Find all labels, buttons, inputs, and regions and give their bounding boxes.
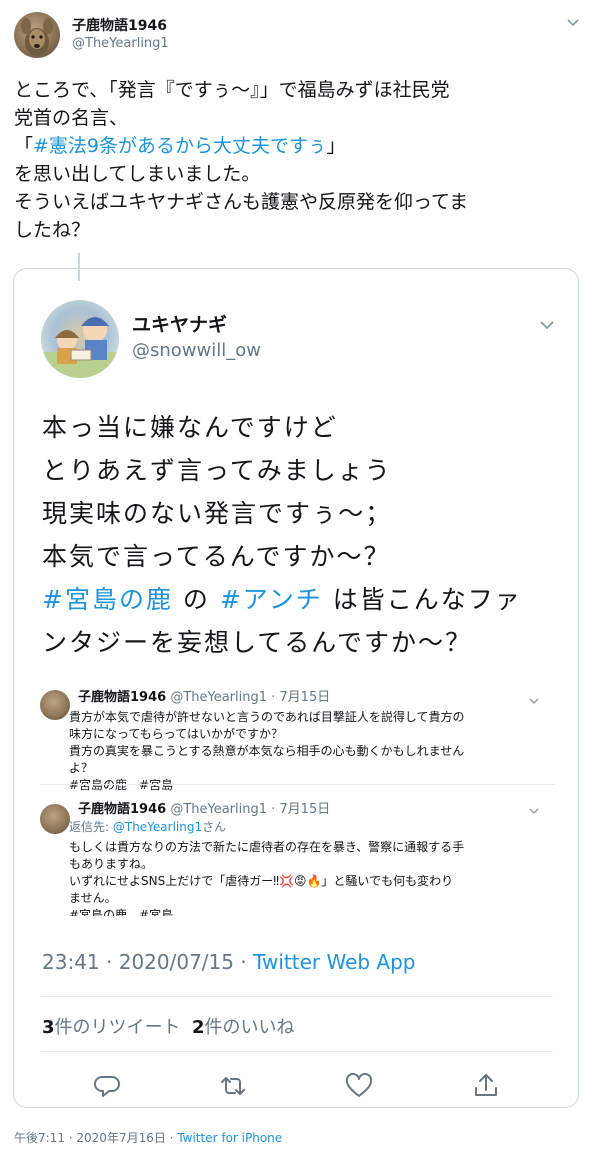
- hashtag-link[interactable]: #アンチ: [220, 585, 323, 614]
- display-name[interactable]: 子鹿物語1946: [72, 15, 167, 35]
- embedded-tweet-header: 子鹿物語1946 @TheYearling1 · 7月15日: [78, 686, 330, 705]
- text-segment: は皆こんなファ: [322, 585, 522, 614]
- text-line: 「#憲法9条があるから大丈夫ですぅ」: [14, 132, 579, 160]
- text-line: 本っ当に嫌なんですけど: [42, 406, 562, 449]
- text-line: そういえばユキヤナギさんも護憲や反原発を仰ってま: [14, 188, 579, 216]
- embedded-display-name: 子鹿物語1946: [78, 802, 167, 817]
- embedded-handle-date: @TheYearling1 · 7月15日: [166, 802, 331, 817]
- text-segment: ンタジーを妄想してるんですか〜？: [42, 628, 473, 657]
- retweet-stat[interactable]: 3件のリツイート: [42, 1017, 181, 1038]
- like-label: 件のいいね: [204, 1017, 295, 1038]
- reply-prefix: 返信先:: [69, 820, 113, 834]
- text-segment: とりあえず言ってみましょう: [42, 456, 392, 485]
- tweet-timestamp: 23:41 · 2020/07/15 · Twitter Web App: [42, 950, 416, 974]
- reply-to-handle: @TheYearling1: [112, 820, 203, 834]
- separator: ·: [99, 950, 119, 974]
- like-count: 2: [191, 1017, 205, 1038]
- avatar[interactable]: [41, 300, 119, 378]
- reply-to-line: 返信先: @TheYearling1さん: [69, 819, 524, 836]
- text-segment: 」: [326, 135, 346, 157]
- user-handle[interactable]: @snowwill_ow: [132, 340, 261, 361]
- text-line: 本気で言ってるんですか〜？: [42, 535, 562, 578]
- text-segment: ところで、「発言『ですぅ〜』」で福島みずほ社民党: [14, 79, 450, 101]
- timestamp-time[interactable]: 午後7:11: [14, 1131, 65, 1145]
- tweet-meta: 午後7:11 · 2020年7月16日 · Twitter for iPhone: [14, 1129, 282, 1146]
- text-line: 現実味のない発言ですぅ〜；: [42, 492, 562, 535]
- text-segment: したね？: [14, 219, 91, 241]
- separator: ·: [165, 1131, 178, 1145]
- avatar: [40, 690, 70, 720]
- text-segment: を思い出してしまいました。: [14, 163, 261, 185]
- embedded-tweet-header: 子鹿物語1946 @TheYearling1 · 7月15日: [78, 798, 330, 817]
- embedded-handle-date: @TheYearling1 · 7月15日: [166, 690, 331, 705]
- divider: [40, 784, 555, 785]
- retweet-icon[interactable]: [218, 1071, 248, 1101]
- chevron-down-icon[interactable]: [538, 315, 556, 333]
- chevron-down-icon: [528, 802, 540, 814]
- hashtag-link[interactable]: #憲法9条があるから大丈夫ですぅ: [33, 135, 326, 157]
- text-line: 党首の名言、: [14, 104, 579, 132]
- divider: [41, 1051, 553, 1052]
- client-link[interactable]: Twitter Web App: [253, 950, 415, 974]
- tweet-text: ところで、「発言『ですぅ〜』」で福島みずほ社民党 党首の名言、 「#憲法9条があるか…: [14, 76, 579, 244]
- separator: ·: [64, 1131, 77, 1145]
- retweet-label: 件のリツイート: [54, 1017, 181, 1038]
- client-link[interactable]: Twitter for iPhone: [177, 1131, 282, 1145]
- tweet-screenshot-image[interactable]: 子鹿物語1946 @TheYearling1 · 7月15日 貴方が本気で虐待が…: [40, 682, 555, 916]
- separator: ·: [234, 950, 254, 974]
- timestamp-time[interactable]: 23:41: [42, 950, 100, 974]
- text-segment: 党首の名言、: [14, 107, 129, 129]
- divider: [41, 996, 553, 997]
- like-icon[interactable]: [344, 1071, 374, 1101]
- embedded-display-name: 子鹿物語1946: [78, 690, 167, 705]
- chevron-down-icon: [528, 692, 540, 704]
- engagement-stats: 3件のリツイート 2件のいいね: [42, 1013, 295, 1039]
- text-line: とりあえず言ってみましょう: [42, 449, 562, 492]
- hashtag-link[interactable]: #宮島の鹿: [42, 585, 173, 614]
- reply-suffix: さん: [202, 820, 227, 834]
- quoted-tweet-text: 本っ当に嫌なんですけどとりあえず言ってみましょう 現実味のない発言ですぅ〜； 本気で…: [42, 406, 562, 664]
- illustration-avatar-image: [41, 317, 119, 378]
- retweet-count: 3: [42, 1017, 55, 1038]
- embedded-tweet-text: 貴方が本気で虐待が許せないと言うのであれば目撃証人を説得して貴方の 味方になって…: [69, 710, 465, 792]
- display-name[interactable]: ユキヤナギ: [132, 310, 227, 337]
- text-line: を思い出してしまいました。: [14, 160, 579, 188]
- reply-icon[interactable]: [93, 1071, 123, 1101]
- text-segment: 現実味のない発言ですぅ〜；: [42, 499, 393, 528]
- like-stat[interactable]: 2件のいいね: [192, 1017, 295, 1038]
- share-icon[interactable]: [471, 1071, 501, 1101]
- user-handle[interactable]: @TheYearling1: [72, 36, 169, 51]
- text-line: #宮島の鹿 の #アンチ は皆こんなファ: [42, 578, 562, 621]
- text-segment: 「: [14, 135, 34, 157]
- deer-avatar-image: [21, 18, 53, 56]
- embedded-tweet-text: もしくは貴方なりの方法で新たに虐待者の存在を暴き、警察に通報する手 もありますね…: [69, 840, 465, 916]
- text-segment: 本気で言ってるんですか〜？: [42, 542, 391, 571]
- avatar[interactable]: [14, 12, 60, 58]
- text-line: ところで、「発言『ですぅ〜』」で福島みずほ社民党: [14, 76, 579, 104]
- chevron-down-icon[interactable]: [565, 14, 581, 30]
- text-segment: 本っ当に嫌なんですけど: [42, 413, 338, 442]
- avatar: [40, 804, 70, 834]
- text-segment: の: [172, 585, 220, 614]
- text-segment: そういえばユキヤナギさんも護憲や反原発を仰ってま: [14, 191, 469, 213]
- timestamp-date[interactable]: 2020/07/15: [119, 950, 234, 974]
- text-line: したね？: [14, 216, 579, 244]
- timestamp-date[interactable]: 2020年7月16日: [76, 1131, 165, 1145]
- text-line: ンタジーを妄想してるんですか〜？: [42, 621, 562, 664]
